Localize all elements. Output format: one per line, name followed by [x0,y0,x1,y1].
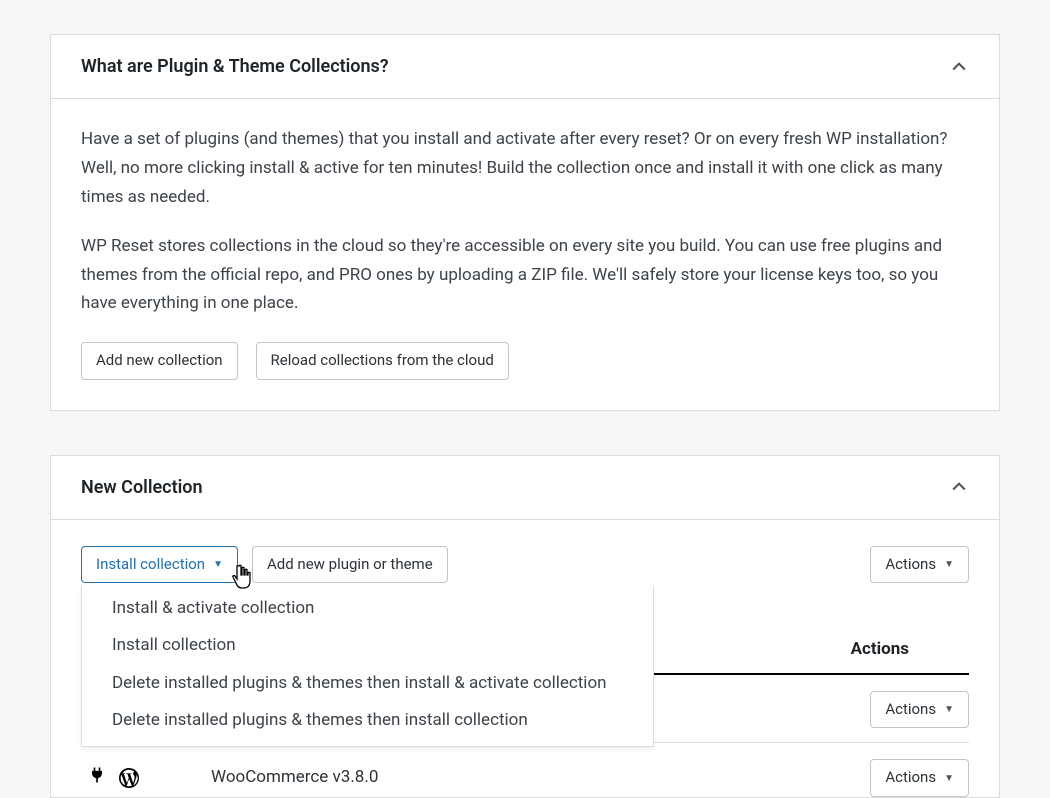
row-actions-dropdown-button[interactable]: Actions ▼ [870,759,969,797]
row-actions-dropdown-button[interactable]: Actions ▼ [870,691,969,729]
table-row: WooCommerce v3.8.0 Actions ▼ [81,743,969,797]
plug-icon [87,765,107,792]
collection-toolbar: Install collection ▼ Add new plugin or t… [81,546,969,584]
panel-new-collection-body: Install collection ▼ Add new plugin or t… [51,520,999,797]
row-actions-label: Actions [885,768,936,788]
row-actions-label: Actions [885,700,936,720]
panel-new-collection: New Collection Install collection ▼ Add … [50,455,1000,798]
collection-toolbar-left: Install collection ▼ Add new plugin or t… [81,546,448,584]
dropdown-item-delete-install-activate[interactable]: Delete installed plugins & themes then i… [82,665,653,703]
install-collection-dropdown-button[interactable]: Install collection ▼ [81,546,238,584]
caret-down-icon: ▼ [213,558,223,571]
caret-down-icon: ▼ [944,703,954,716]
chevron-up-icon [949,477,969,497]
panel-collections-about: What are Plugin & Theme Collections? Hav… [50,34,1000,411]
table-row-left: WooCommerce v3.8.0 [81,765,378,792]
add-new-collection-button[interactable]: Add new collection [81,342,238,380]
dropdown-item-install[interactable]: Install collection [82,627,653,665]
panel-collections-about-body: Have a set of plugins (and themes) that … [51,99,999,410]
collection-toolbar-right: Actions ▼ [870,546,969,584]
chevron-up-icon [949,57,969,77]
table-header-actions: Actions [851,637,909,663]
about-paragraph-1: Have a set of plugins (and themes) that … [81,125,969,212]
add-plugin-or-theme-button[interactable]: Add new plugin or theme [252,546,448,584]
dropdown-item-delete-install[interactable]: Delete installed plugins & themes then i… [82,702,653,746]
caret-down-icon: ▼ [944,558,954,571]
about-paragraph-2: WP Reset stores collections in the cloud… [81,232,969,319]
table-row-name: WooCommerce v3.8.0 [211,765,378,791]
wordpress-icon [117,766,141,790]
panel-new-collection-title: New Collection [81,474,203,501]
page-container: What are Plugin & Theme Collections? Hav… [0,0,1050,740]
reload-collections-button[interactable]: Reload collections from the cloud [256,342,509,380]
caret-down-icon: ▼ [944,772,954,785]
install-collection-dropdown-menu: Install & activate collection Install co… [81,586,654,747]
panel-collections-about-header[interactable]: What are Plugin & Theme Collections? [51,35,999,99]
panel-new-collection-header[interactable]: New Collection [51,456,999,520]
dropdown-item-install-activate[interactable]: Install & activate collection [82,586,653,628]
collection-actions-label: Actions [885,555,936,575]
panel-collections-about-title: What are Plugin & Theme Collections? [81,53,389,80]
install-collection-label: Install collection [96,555,205,575]
collection-actions-dropdown-button[interactable]: Actions ▼ [870,546,969,584]
